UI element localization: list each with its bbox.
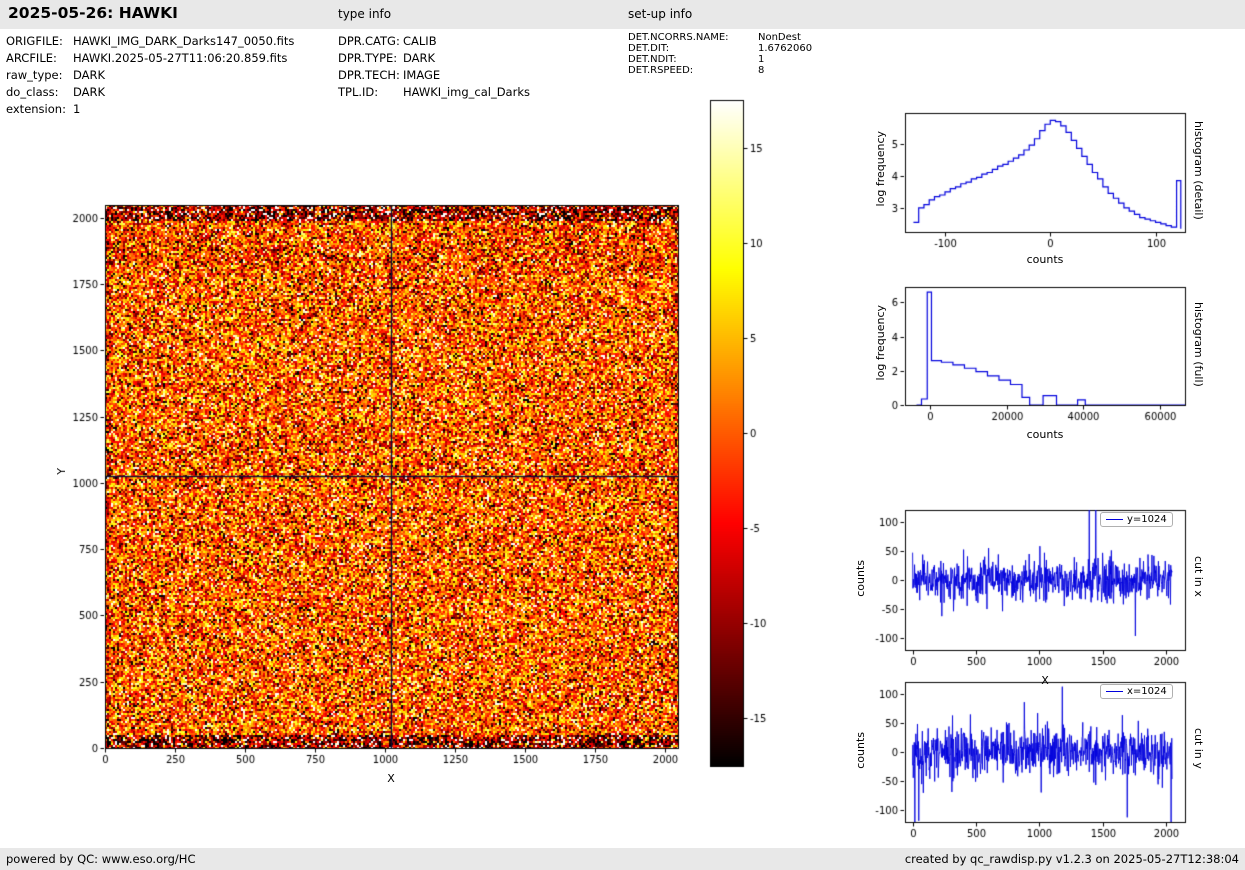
type-info-block: DPR.CATG: CALIB DPR.TYPE: DARK DPR.TECH:… (338, 33, 530, 101)
meta-value: 8 (758, 65, 812, 76)
meta-row-tplid: TPL.ID: HAWKI_img_cal_Darks (338, 84, 530, 101)
side-label: histogram (full) (1192, 302, 1205, 387)
side-label: cut in y (1192, 728, 1205, 769)
footer-created-by: created by qc_rawdisp.py v1.2.3 on 2025-… (905, 852, 1239, 866)
meta-row-ndit: DET.NDIT: 1 (628, 54, 812, 65)
meta-row-ncorrs: DET.NCORRS.NAME: NonDest (628, 32, 812, 43)
cut-in-y-canvas (850, 662, 1245, 868)
meta-value: NonDest (758, 32, 812, 43)
meta-value: HAWKI_img_cal_Darks (403, 84, 530, 101)
meta-row-dit: DET.DIT: 1.6762060 (628, 43, 812, 54)
meta-label: TPL.ID: (338, 84, 403, 101)
colorbar (705, 95, 790, 785)
meta-value: HAWKI_IMG_DARK_Darks147_0050.fits (73, 33, 294, 50)
meta-label: DPR.TECH: (338, 67, 403, 84)
meta-row-rspeed: DET.RSPEED: 8 (628, 65, 812, 76)
legend-label: y=1024 (1127, 514, 1167, 525)
setup-info-block: DET.NCORRS.NAME: NonDest DET.DIT: 1.6762… (628, 32, 812, 76)
meta-label: DET.NDIT: (628, 54, 758, 65)
meta-label: DPR.CATG: (338, 33, 403, 50)
meta-value: HAWKI.2025-05-27T11:06:20.859.fits (73, 50, 294, 67)
side-label: cut in x (1192, 556, 1205, 597)
y-axis-label: counts (854, 560, 867, 597)
x-axis-label: counts (1015, 428, 1075, 441)
y-axis-label: log frequency (874, 131, 887, 206)
legend: x=1024 (1100, 684, 1173, 699)
meta-value: DARK (403, 50, 530, 67)
page-title: 2025-05-26: HAWKI (8, 4, 178, 22)
cut-in-y-plot: Y counts cut in y x=1024 (850, 662, 1245, 868)
meta-row-dprcatg: DPR.CATG: CALIB (338, 33, 530, 50)
side-label: histogram (detail) (1192, 121, 1205, 220)
legend-line-sample (1106, 519, 1123, 520)
meta-value: CALIB (403, 33, 530, 50)
histogram-detail-plot: counts log frequency histogram (detail) (850, 95, 1245, 285)
meta-value: IMAGE (403, 67, 530, 84)
legend-label: x=1024 (1127, 686, 1167, 697)
meta-row-origfile: ORIGFILE: HAWKI_IMG_DARK_Darks147_0050.f… (6, 33, 294, 50)
legend-line-sample (1106, 691, 1123, 692)
meta-label: DPR.TYPE: (338, 50, 403, 67)
meta-label: DET.DIT: (628, 43, 758, 54)
histogram-full-plot: counts log frequency histogram (full) (850, 270, 1245, 460)
y-axis-label: log frequency (874, 305, 887, 380)
meta-row-doclass: do_class: DARK (6, 84, 294, 101)
x-axis-label: X (361, 772, 421, 785)
meta-row-dprtype: DPR.TYPE: DARK (338, 50, 530, 67)
meta-value: 1.6762060 (758, 43, 812, 54)
file-info-block: ORIGFILE: HAWKI_IMG_DARK_Darks147_0050.f… (6, 33, 294, 118)
meta-label: DET.NCORRS.NAME: (628, 32, 758, 43)
setup-info-heading: set-up info (628, 7, 692, 21)
footer-bar: powered by QC: www.eso.org/HC created by… (0, 848, 1245, 870)
meta-value: DARK (73, 84, 294, 101)
meta-value: 1 (758, 54, 812, 65)
footer-powered-by: powered by QC: www.eso.org/HC (6, 852, 195, 866)
y-axis-label: Y (55, 468, 68, 475)
meta-value: 1 (73, 101, 294, 118)
meta-row-dprtech: DPR.TECH: IMAGE (338, 67, 530, 84)
dark-frame-image-plot: X Y (55, 160, 705, 820)
meta-label: DET.RSPEED: (628, 65, 758, 76)
meta-label: do_class: (6, 84, 73, 101)
x-axis-label: counts (1015, 253, 1075, 266)
header-bar: 2025-05-26: HAWKI type info set-up info (0, 0, 1245, 29)
meta-label: ORIGFILE: (6, 33, 73, 50)
meta-label: raw_type: (6, 67, 73, 84)
qc-report-page: { "header": { "title": "2025-05-26: HAWK… (0, 0, 1245, 870)
meta-row-extension: extension: 1 (6, 101, 294, 118)
legend: y=1024 (1100, 512, 1173, 527)
colorbar-canvas (705, 95, 790, 785)
meta-value: DARK (73, 67, 294, 84)
meta-row-rawtype: raw_type: DARK (6, 67, 294, 84)
meta-row-arcfile: ARCFILE: HAWKI.2025-05-27T11:06:20.859.f… (6, 50, 294, 67)
y-axis-label: counts (854, 732, 867, 769)
meta-label: extension: (6, 101, 73, 118)
meta-label: ARCFILE: (6, 50, 73, 67)
type-info-heading: type info (338, 7, 391, 21)
dark-frame-image-canvas (55, 160, 705, 820)
